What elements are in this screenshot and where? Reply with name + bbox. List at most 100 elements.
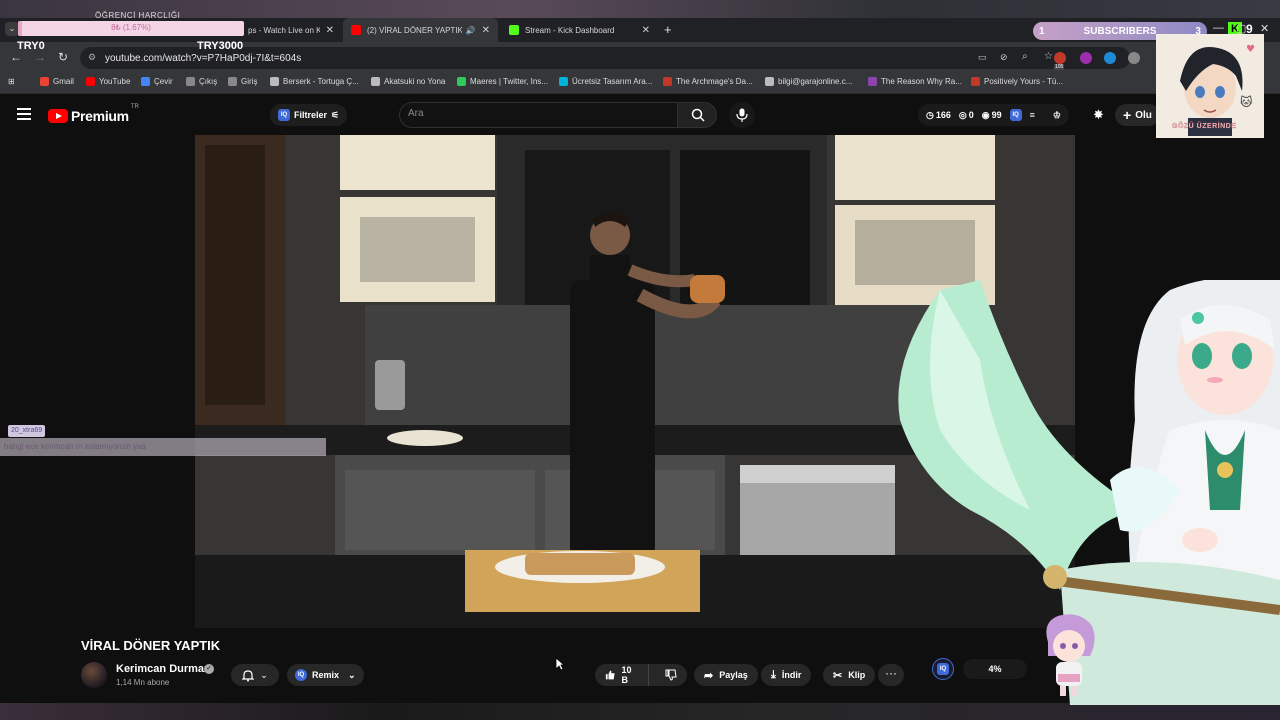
list-icon[interactable]: ≡ (1030, 110, 1035, 120)
region-code: TR (130, 104, 139, 110)
bookmark-label: Maeres | Twitter, Ins... (470, 77, 548, 86)
bookmark-gmail[interactable]: Gmail (40, 77, 74, 86)
create-label: Olu (1135, 109, 1152, 121)
sliders-icon: ⚟ (331, 109, 340, 120)
url-text: youtube.com/watch?v=P7HaP0dj-7I&t=604s (105, 53, 302, 64)
bookmark-berserk[interactable]: Berserk - Tortuga Ç... (270, 77, 359, 86)
scissors-icon: ✂ (833, 669, 843, 682)
iq-extension-icon: IQ (295, 669, 307, 681)
page-icon (270, 77, 279, 86)
clock-icon: ◷ (926, 109, 934, 120)
plus-icon: + (1123, 107, 1132, 123)
bell-icon (242, 669, 255, 681)
kick-favicon-icon (509, 25, 519, 35)
back-icon[interactable]: ← (10, 50, 22, 64)
reload-icon[interactable]: ↻ (58, 50, 68, 64)
donation-progress-text: 8₺ (1.67%) (111, 23, 151, 32)
download-button[interactable]: ⤓ İndir (761, 664, 812, 686)
bookmark-translate[interactable]: Çevir (141, 77, 173, 86)
chevron-down-icon: ⌄ (260, 669, 268, 680)
stat-eye: ◉ 99 (982, 110, 1002, 121)
page-icon (663, 77, 672, 86)
mouse-cursor-icon (555, 657, 565, 671)
circle-icon: ◎ (958, 109, 967, 120)
tab-label: (2) VİRAL DÖNER YAPTIK - (367, 25, 462, 35)
bookmark-youtube[interactable]: YouTube (86, 77, 130, 86)
search-button[interactable] (677, 102, 717, 128)
hide-icon[interactable]: ⊘ (1000, 52, 1008, 63)
youtube-premium-logo[interactable]: Premium TR (48, 104, 139, 124)
download-icon: ⤓ (771, 668, 776, 681)
subscribers-label: SUBSCRIBERS (1083, 25, 1157, 37)
site-info-icon[interactable]: ⚙ (88, 52, 96, 63)
youtube-play-icon (48, 109, 68, 123)
maximize-icon[interactable]: ▢ (1236, 22, 1246, 35)
close-icon[interactable]: ✕ (326, 25, 334, 36)
channel-name[interactable]: Kerimcan Durmaz (116, 663, 210, 675)
search-input[interactable] (408, 108, 668, 119)
share-button[interactable]: ➦ Paylaş (694, 664, 758, 686)
bookmark-maeres[interactable]: Maeres | Twitter, Ins... (457, 77, 548, 86)
translate-icon (141, 77, 150, 86)
bookmark-label: Giriş (241, 77, 258, 86)
bookmark-label: Çevir (154, 77, 173, 86)
zoom-icon[interactable]: ⌕ (1022, 51, 1028, 62)
subscribers-current: 1 (1039, 25, 1045, 37)
clip-label: Klip (848, 670, 866, 680)
remix-button[interactable]: IQ Remix ⌄ (287, 664, 364, 686)
extension-icon[interactable] (1104, 52, 1116, 64)
create-button[interactable]: + Olu (1115, 104, 1160, 126)
close-window-icon[interactable]: ✕ (1260, 22, 1269, 35)
clip-button[interactable]: ✂ Klip (823, 664, 876, 686)
cast-icon[interactable]: ▭ (978, 52, 987, 63)
bookmark-design[interactable]: Ücretsiz Tasarım Ara... (559, 77, 652, 86)
youtube-icon (86, 77, 95, 86)
extension-icon[interactable] (1128, 52, 1140, 64)
channel-avatar[interactable] (81, 662, 107, 688)
forward-icon[interactable]: → (34, 50, 46, 64)
tab-kick-live[interactable]: ps - Watch Live on K ✕ (240, 18, 342, 42)
extension-icon[interactable] (1054, 52, 1066, 64)
voice-search-button[interactable] (729, 102, 755, 128)
donation-goal-min: TRY0 (17, 40, 45, 52)
chat-username: 20_xtra69 (8, 425, 46, 437)
like-button[interactable]: 10 B (595, 664, 649, 686)
filters-label: Filtreler (294, 110, 328, 120)
extension-gear-icon[interactable]: ✸ (1093, 107, 1104, 123)
extension-icon[interactable] (1080, 52, 1092, 64)
bookmark-label: Berserk - Tortuga Ç... (283, 77, 359, 86)
thumbs-up-icon (605, 670, 615, 680)
bookmark-reason[interactable]: The Reason Why Ra... (868, 77, 962, 86)
page-icon (228, 77, 237, 86)
bookmark-yona[interactable]: Akatsuki no Yona (371, 77, 445, 86)
minimize-icon[interactable]: — (1213, 22, 1224, 34)
bookmark-archmage[interactable]: The Archmage's Da... (663, 77, 753, 86)
svg-text:🐱: 🐱 (1240, 95, 1253, 109)
apps-grid-icon[interactable]: ⊞ (8, 77, 15, 86)
tab-search-icon[interactable]: ⌄ (5, 22, 19, 36)
stat-value: 166 (935, 110, 951, 120)
extension-stats: ◷ 166 ◎ 0 ◉ 99 IQ ≡ ♔ (918, 104, 1069, 126)
chibi-character-image (1046, 614, 1095, 696)
tab-kick-dashboard[interactable]: Stream - Kick Dashboard ✕ (501, 18, 658, 42)
close-icon[interactable]: ✕ (642, 25, 650, 36)
hamburger-menu-icon[interactable] (17, 108, 31, 120)
iq-extension-icon[interactable]: IQ (1009, 109, 1022, 121)
stat-views: ◷ 166 (926, 110, 951, 121)
gmail-icon (40, 77, 49, 86)
browser-toolbar: ← → ↻ ⚙ youtube.com/watch?v=P7HaP0dj-7I&… (0, 42, 1280, 72)
tab-youtube-active[interactable]: (2) VİRAL DÖNER YAPTIK - 🔊 ✕ (343, 18, 498, 42)
dislike-button[interactable] (655, 664, 687, 686)
trophy-icon[interactable]: ♔ (1053, 110, 1061, 121)
bookmark-label: The Archmage's Da... (676, 77, 753, 86)
bookmark-login[interactable]: Giriş (228, 77, 257, 86)
filters-button[interactable]: IQ Filtreler ⚟ (270, 104, 348, 126)
audio-playing-icon[interactable]: 🔊 (466, 26, 476, 35)
bookmark-star-icon[interactable]: ☆ (1044, 51, 1053, 62)
bookmark-positively[interactable]: Positively Yours - Tü... (971, 77, 1063, 86)
close-icon[interactable]: ✕ (482, 25, 490, 36)
new-tab-button[interactable]: + (664, 22, 672, 37)
bookmark-garaj[interactable]: bilgi@garajonline.c... (765, 77, 852, 86)
bookmark-exit[interactable]: Çıkış (186, 77, 217, 86)
notifications-button[interactable]: ⌄ (231, 664, 279, 686)
